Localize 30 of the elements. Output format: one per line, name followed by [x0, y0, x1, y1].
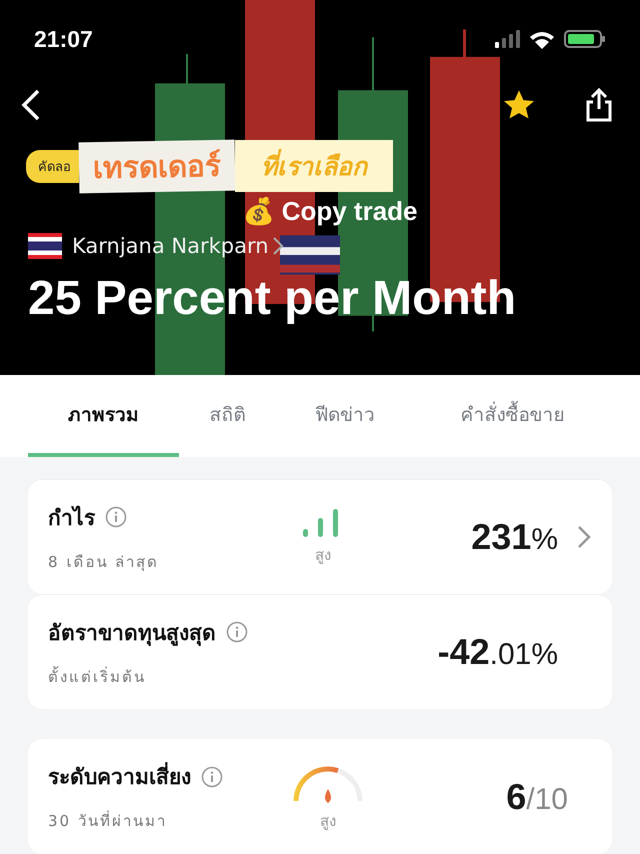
- flag-icon: [28, 233, 62, 259]
- tab[interactable]: สถิติ: [178, 374, 276, 457]
- tab[interactable]: คำสั่งซื้อขาย: [413, 374, 612, 457]
- sticker-text: เทรดเดอร์: [78, 139, 236, 193]
- metric-subtitle: 8 เดือน ล่าสุด: [48, 552, 160, 574]
- wifi-icon: [530, 30, 554, 48]
- metric-title: ระดับความเสี่ยง: [48, 760, 191, 793]
- chevron-icon[interactable]: [576, 524, 592, 550]
- metric-subtitle: ตั้งแต่เริ่มต้น: [48, 665, 147, 688]
- metric-value: -42.01%: [436, 631, 558, 673]
- indicator-label: สูง: [315, 545, 331, 566]
- status-time: 21:07: [34, 26, 93, 52]
- info-icon[interactable]: [226, 621, 248, 643]
- battery-icon: [564, 30, 606, 48]
- metric-value: 231%: [470, 516, 558, 558]
- tab[interactable]: ภาพรวม: [28, 374, 179, 457]
- cellular-signal-icon: [495, 30, 520, 48]
- info-icon[interactable]: [201, 766, 223, 788]
- chevron-icon: [270, 235, 285, 257]
- metric-title: อัตราขาดทุนสูงสุด: [48, 620, 216, 648]
- metric-card[interactable]: กำไร 8 เดือน ล่าสุด สูง 231%: [28, 479, 612, 594]
- sticker-text: ที่เราเลือก: [235, 140, 393, 192]
- info-icon[interactable]: [105, 506, 127, 528]
- metric-title: กำไร: [48, 504, 95, 532]
- metric-value: 6/10: [505, 776, 568, 818]
- indicator-label: สูง: [320, 810, 336, 832]
- tab[interactable]: ฟีดข่าว: [276, 374, 414, 457]
- strategy-title: 25 Percent per Month: [28, 271, 518, 326]
- copy-badge: คัดลอ: [26, 150, 79, 182]
- metric-subtitle: 30 วันที่ผ่านมา: [48, 810, 168, 832]
